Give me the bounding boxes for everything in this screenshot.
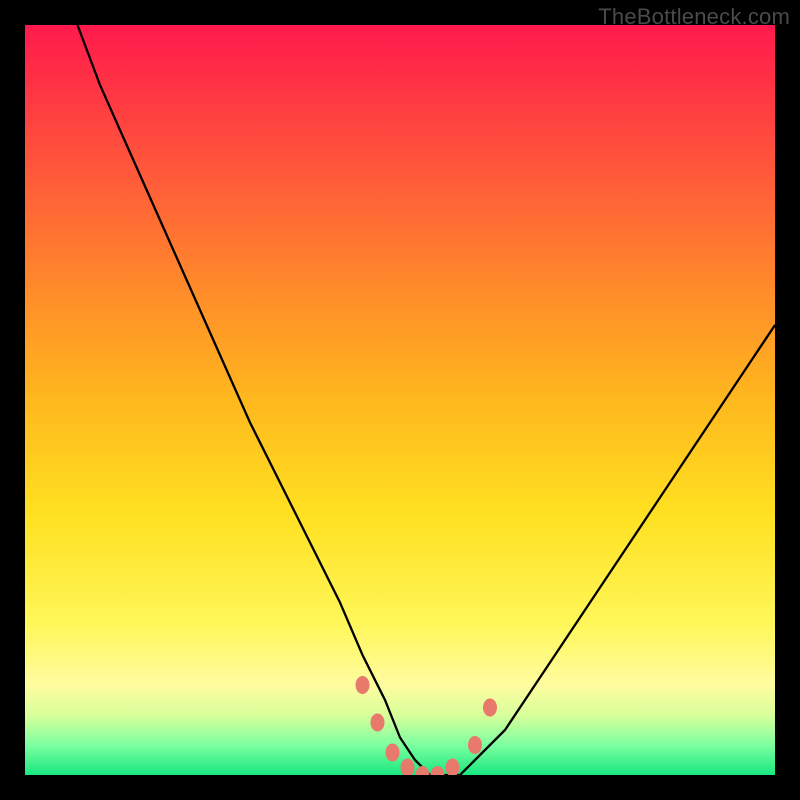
marker-point (371, 714, 385, 732)
bottleneck-curve-line (78, 25, 776, 775)
chart-frame: TheBottleneck.com (0, 0, 800, 800)
marker-point (446, 759, 460, 776)
marker-point (356, 676, 370, 694)
marker-point (416, 766, 430, 775)
marker-point (401, 759, 415, 776)
plot-area (25, 25, 775, 775)
marker-point (468, 736, 482, 754)
marker-point (386, 744, 400, 762)
bottleneck-curve-svg (25, 25, 775, 775)
marker-point (483, 699, 497, 717)
marker-point (431, 766, 445, 775)
